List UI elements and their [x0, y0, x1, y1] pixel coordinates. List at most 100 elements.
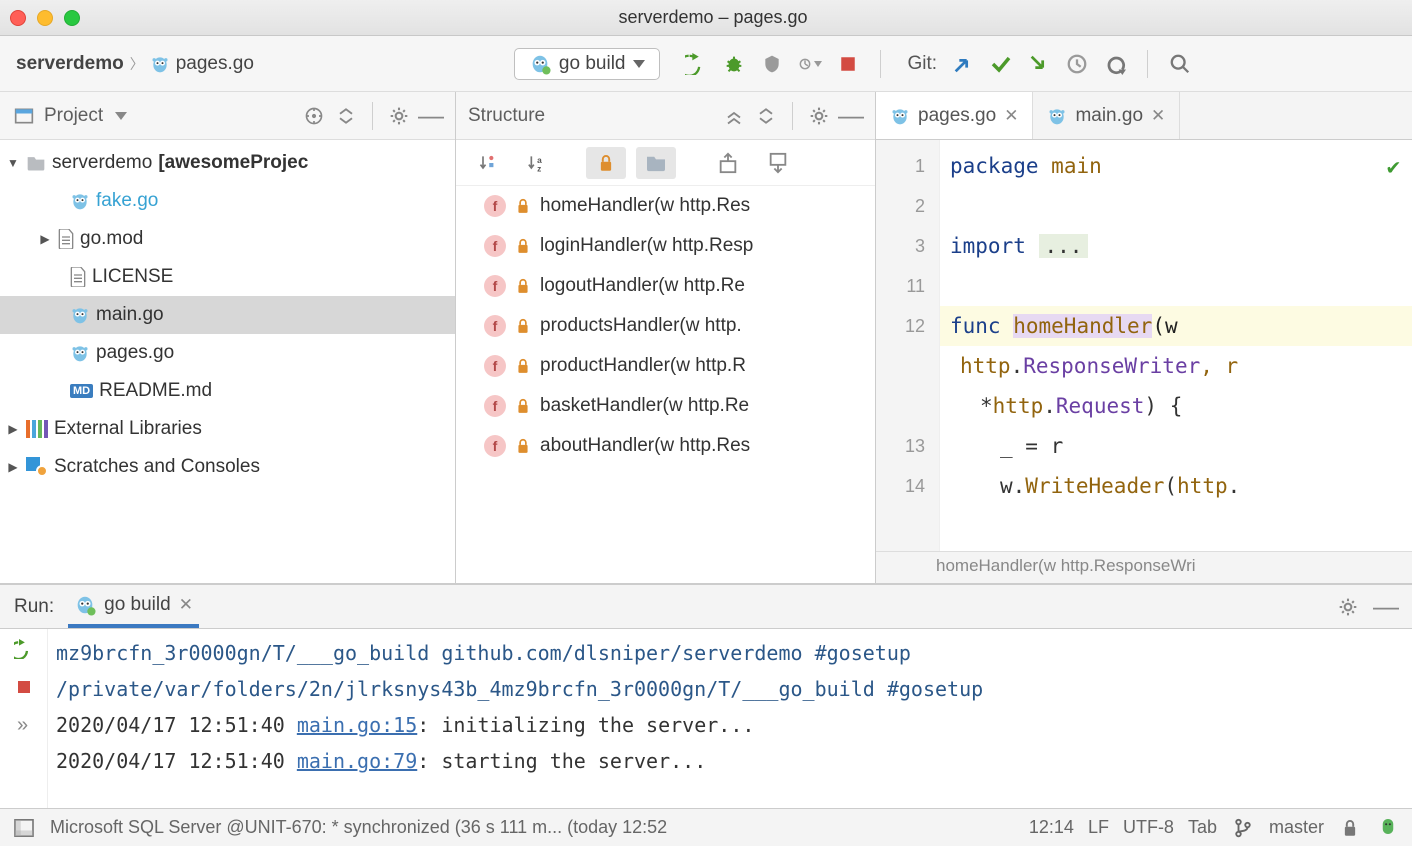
- run-header: Run: go build ✕ —: [0, 585, 1412, 629]
- show-private-icon[interactable]: [586, 147, 626, 179]
- show-packages-icon[interactable]: [636, 147, 676, 179]
- structure-list[interactable]: f homeHandler(w http.Resf loginHandler(w…: [456, 186, 875, 583]
- tool-windows-icon[interactable]: [12, 816, 36, 840]
- gear-icon[interactable]: [387, 104, 411, 128]
- tree-scratches[interactable]: ▶ Scratches and Consoles: [0, 448, 455, 486]
- structure-item[interactable]: f productsHandler(w http.: [456, 306, 875, 346]
- minimize-icon[interactable]: —: [839, 104, 863, 128]
- breadcrumb-file[interactable]: pages.go: [150, 53, 254, 75]
- run-tool-window: Run: go build ✕ — » mz9brcfn_3r0000gn/T/…: [0, 584, 1412, 808]
- minimize-window-icon[interactable]: [37, 10, 53, 26]
- inspection-ok-icon[interactable]: ✔: [1387, 148, 1400, 188]
- go-run-icon: [529, 53, 551, 75]
- sort-alpha-icon[interactable]: az: [518, 147, 558, 179]
- git-history-icon[interactable]: [1065, 52, 1089, 76]
- editor-tab[interactable]: main.go ✕: [1033, 92, 1180, 139]
- search-icon[interactable]: [1168, 52, 1192, 76]
- sort-by-type-icon[interactable]: [468, 147, 508, 179]
- tree-root[interactable]: ▼ serverdemo [awesomeProjec: [0, 144, 455, 182]
- run-icon[interactable]: [684, 52, 708, 76]
- go-file-icon: [1047, 106, 1067, 126]
- git-push-icon[interactable]: [1027, 52, 1051, 76]
- editor-tabs: pages.go ✕ main.go ✕: [876, 92, 1412, 140]
- tree-external-libraries[interactable]: ▶ External Libraries: [0, 410, 455, 448]
- line-separator[interactable]: LF: [1088, 817, 1109, 838]
- editor-gutter: 12311121314: [876, 140, 940, 551]
- profile-icon[interactable]: [798, 52, 822, 76]
- structure-item[interactable]: f loginHandler(w http.Resp: [456, 226, 875, 266]
- git-branch-name[interactable]: master: [1269, 817, 1324, 838]
- memory-indicator-icon[interactable]: [1376, 816, 1400, 840]
- file-link[interactable]: main.go:15: [297, 713, 417, 737]
- close-window-icon[interactable]: [10, 10, 26, 26]
- indent-settings[interactable]: Tab: [1188, 817, 1217, 838]
- rerun-icon[interactable]: [12, 637, 36, 661]
- close-icon[interactable]: ✕: [179, 595, 193, 615]
- lock-icon: [516, 438, 530, 454]
- file-link[interactable]: main.go:79: [297, 749, 417, 773]
- go-file-icon: [70, 343, 90, 363]
- structure-item[interactable]: f logoutHandler(w http.Re: [456, 266, 875, 306]
- tree-file[interactable]: MD README.md: [0, 372, 455, 410]
- gear-icon[interactable]: [807, 104, 831, 128]
- lock-icon: [516, 358, 530, 374]
- project-view-icon[interactable]: [12, 104, 36, 128]
- run-tab[interactable]: go build ✕: [68, 585, 199, 628]
- editor-tab-active[interactable]: pages.go ✕: [876, 92, 1033, 139]
- maximize-window-icon[interactable]: [64, 10, 80, 26]
- gear-icon[interactable]: [1336, 595, 1360, 619]
- structure-item[interactable]: f productHandler(w http.R: [456, 346, 875, 386]
- lock-icon: [516, 198, 530, 214]
- minimize-icon[interactable]: —: [419, 104, 443, 128]
- git-pull-icon[interactable]: [951, 52, 975, 76]
- disclosure-closed-icon[interactable]: ▶: [38, 232, 52, 246]
- go-file-icon: [890, 106, 910, 126]
- file-encoding[interactable]: UTF-8: [1123, 817, 1174, 838]
- tree-file[interactable]: LICENSE: [0, 258, 455, 296]
- libraries-icon: [26, 420, 48, 438]
- tree-file-selected[interactable]: main.go: [0, 296, 455, 334]
- minimize-icon[interactable]: —: [1374, 595, 1398, 619]
- undo-icon[interactable]: [1103, 52, 1127, 76]
- tree-file[interactable]: pages.go: [0, 334, 455, 372]
- git-branch-icon[interactable]: [1231, 816, 1255, 840]
- lock-icon: [516, 278, 530, 294]
- run-console[interactable]: mz9brcfn_3r0000gn/T/___go_build github.c…: [48, 629, 1412, 808]
- project-tree[interactable]: ▼ serverdemo [awesomeProjec fake.go ▶: [0, 140, 455, 583]
- stop-icon[interactable]: [12, 675, 36, 699]
- breadcrumb-root[interactable]: serverdemo: [16, 53, 124, 75]
- disclosure-closed-icon[interactable]: ▶: [6, 422, 20, 436]
- function-badge-icon: f: [484, 355, 506, 377]
- git-commit-icon[interactable]: [989, 52, 1013, 76]
- stop-icon[interactable]: [836, 52, 860, 76]
- debug-icon[interactable]: [722, 52, 746, 76]
- console-line: mz9brcfn_3r0000gn/T/___go_build github.c…: [56, 635, 1404, 671]
- run-tab-label: go build: [104, 594, 171, 616]
- close-icon[interactable]: ✕: [1151, 106, 1165, 126]
- disclosure-closed-icon[interactable]: ▶: [6, 460, 20, 474]
- editor-code[interactable]: ✔ package main import ... func homeHandl…: [940, 140, 1412, 551]
- readonly-icon[interactable]: [1338, 816, 1362, 840]
- run-configuration-select[interactable]: go build: [514, 48, 661, 80]
- structure-item[interactable]: f homeHandler(w http.Res: [456, 186, 875, 226]
- editor-breadcrumb[interactable]: homeHandler(w http.ResponseWri: [876, 551, 1412, 583]
- editor-area[interactable]: 12311121314 ✔ package main import ... fu…: [876, 140, 1412, 551]
- coverage-icon[interactable]: [760, 52, 784, 76]
- structure-item[interactable]: f basketHandler(w http.Re: [456, 386, 875, 426]
- collapse-all-icon[interactable]: [754, 104, 778, 128]
- autoscroll-from-source-icon[interactable]: [758, 147, 798, 179]
- close-icon[interactable]: ✕: [1004, 106, 1018, 126]
- select-opened-icon[interactable]: [302, 104, 326, 128]
- autoscroll-to-source-icon[interactable]: [708, 147, 748, 179]
- structure-item[interactable]: f aboutHandler(w http.Res: [456, 426, 875, 466]
- status-message: Microsoft SQL Server @UNIT-670: * synchr…: [50, 817, 1015, 838]
- file-icon: [70, 267, 86, 287]
- expand-all-icon[interactable]: [722, 104, 746, 128]
- chevron-down-icon[interactable]: [115, 112, 127, 120]
- tree-file[interactable]: ▶ go.mod: [0, 220, 455, 258]
- disclosure-open-icon[interactable]: ▼: [6, 156, 20, 170]
- caret-position[interactable]: 12:14: [1029, 817, 1074, 838]
- more-icon[interactable]: »: [12, 713, 36, 737]
- expand-all-icon[interactable]: [334, 104, 358, 128]
- tree-file[interactable]: fake.go: [0, 182, 455, 220]
